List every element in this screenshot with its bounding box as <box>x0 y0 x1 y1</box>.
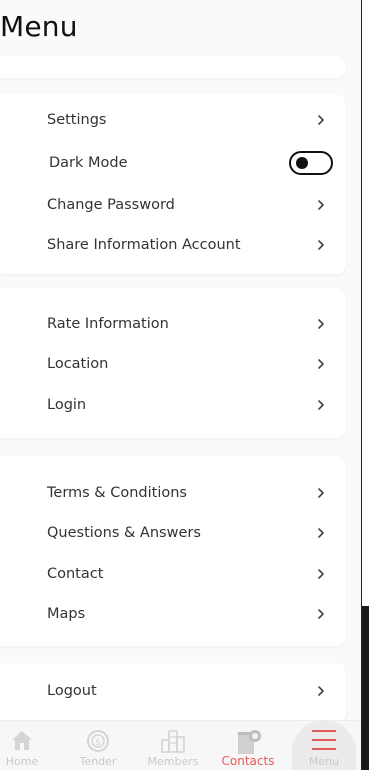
maps-label: Maps <box>47 606 86 622</box>
top-card-remnant <box>0 56 346 78</box>
adjacent-dark-panel <box>362 606 369 770</box>
terms-row[interactable]: Terms & Conditions <box>0 475 346 511</box>
chevron-right-icon <box>318 200 324 210</box>
tab-contacts[interactable]: Contacts <box>212 721 284 770</box>
info-section: Rate Information Location Login <box>0 288 346 438</box>
logout-label: Logout <box>47 683 97 699</box>
contact-row[interactable]: Contact <box>0 556 346 592</box>
tab-home-label: Home <box>5 755 39 768</box>
settings-label: Settings <box>47 112 107 128</box>
questions-row[interactable]: Questions & Answers <box>0 515 346 551</box>
help-section: Terms & Conditions Questions & Answers C… <box>0 456 346 646</box>
tab-contacts-label: Contacts <box>221 754 275 768</box>
settings-section: Settings Dark Mode Change Password Share… <box>0 94 346 274</box>
menu-screen: Menu Settings Dark Mode Change Password … <box>0 0 361 770</box>
login-row[interactable]: Login <box>0 387 346 423</box>
chevron-right-icon <box>318 115 324 125</box>
chevron-right-icon <box>318 609 324 619</box>
contact-label: Contact <box>47 566 104 582</box>
logout-row[interactable]: Logout <box>0 673 346 709</box>
chevron-right-icon <box>318 319 324 329</box>
hamburger-menu-icon <box>312 730 336 750</box>
tender-icon: $ <box>87 730 109 752</box>
svg-text:$: $ <box>95 738 101 748</box>
chevron-right-icon <box>318 240 324 250</box>
contacts-icon <box>238 730 261 754</box>
logout-section: Logout <box>0 663 346 723</box>
tab-tender[interactable]: $ Tender <box>62 721 134 770</box>
chevron-right-icon <box>318 488 324 498</box>
dark-mode-row: Dark Mode <box>0 145 346 181</box>
login-label: Login <box>47 397 87 413</box>
tab-members[interactable]: Members <box>137 721 209 770</box>
tab-tender-label: Tender <box>79 755 117 768</box>
chevron-right-icon <box>318 400 324 410</box>
location-label: Location <box>47 356 109 372</box>
location-row[interactable]: Location <box>0 346 346 382</box>
toggle-knob <box>296 157 308 169</box>
dark-mode-toggle[interactable] <box>289 151 333 175</box>
maps-row[interactable]: Maps <box>0 596 346 632</box>
page-title: Menu <box>0 10 78 43</box>
rate-information-label: Rate Information <box>47 316 169 332</box>
share-information-row[interactable]: Share Information Account <box>0 227 346 263</box>
change-password-row[interactable]: Change Password <box>0 187 346 223</box>
adjacent-window-edge <box>361 0 369 770</box>
settings-row[interactable]: Settings <box>0 102 346 138</box>
chevron-right-icon <box>318 528 324 538</box>
chevron-right-icon <box>318 569 324 579</box>
members-icon <box>161 730 185 753</box>
tab-home[interactable]: Home <box>0 721 58 770</box>
share-information-label: Share Information Account <box>47 237 241 253</box>
tab-members-label: Members <box>147 755 199 768</box>
tab-menu-label: Menu <box>308 755 340 768</box>
terms-label: Terms & Conditions <box>47 485 187 501</box>
change-password-label: Change Password <box>47 197 175 213</box>
chevron-right-icon <box>318 359 324 369</box>
rate-information-row[interactable]: Rate Information <box>0 306 346 342</box>
home-icon <box>12 731 32 750</box>
chevron-right-icon <box>318 686 324 696</box>
dark-mode-label: Dark Mode <box>49 155 128 171</box>
questions-label: Questions & Answers <box>47 525 201 541</box>
